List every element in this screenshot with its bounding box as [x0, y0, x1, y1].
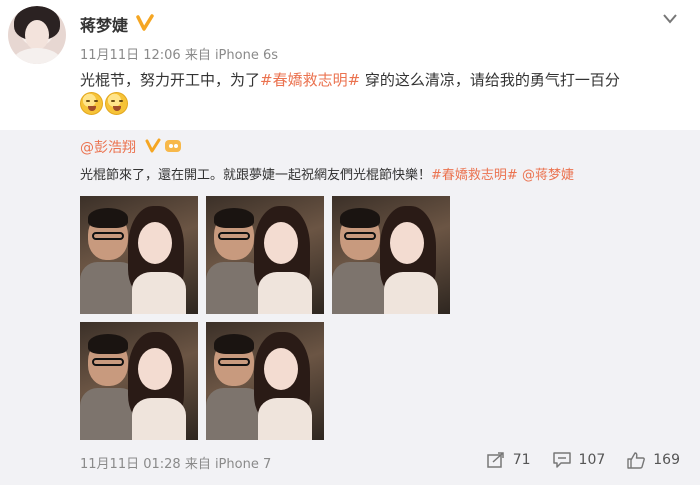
share-icon — [486, 452, 504, 468]
verified-badge-icon — [136, 14, 154, 31]
post-username[interactable]: 蒋梦婕 — [80, 12, 128, 36]
like-button[interactable]: 169 — [627, 451, 680, 469]
action-bar: 71 107 169 — [465, 450, 680, 470]
chevron-down-icon[interactable] — [662, 12, 678, 26]
member-icon — [165, 140, 181, 152]
repost-text-part: 光棍節來了，還在開工。就跟夢婕一起祝網友們光棍節快樂！ — [80, 168, 432, 183]
shocked-emoji-icon — [80, 92, 103, 115]
shocked-emoji-icon — [105, 92, 128, 115]
repost-username[interactable]: @彭浩翔 — [80, 137, 136, 157]
photo-thumbnail[interactable] — [80, 322, 198, 440]
repost-text: 光棍節來了，還在開工。就跟夢婕一起祝網友們光棍節快樂！#春嬌救志明# @蒋梦婕 — [80, 164, 574, 183]
post-text-part: 光棍节，努力开工中，为了 — [80, 71, 261, 89]
photo-thumbnail[interactable] — [332, 196, 450, 314]
photo-thumbnail[interactable] — [206, 322, 324, 440]
repost-mention[interactable]: @蒋梦婕 — [518, 168, 574, 183]
repost-card[interactable]: @彭浩翔 光棍節來了，還在開工。就跟夢婕一起祝網友們光棍節快樂！#春嬌救志明# … — [0, 130, 700, 485]
emoji-row — [80, 92, 130, 118]
photo-thumbnail[interactable] — [80, 196, 198, 314]
repost-meta: 11月11日 01:28 来自 iPhone 7 — [80, 457, 272, 472]
weibo-post: 蒋梦婕 11月11日 12:06 来自 iPhone 6s 光棍节，努力开工中，… — [0, 0, 700, 485]
like-icon — [627, 451, 646, 469]
post-hashtag[interactable]: #春嬌救志明# — [260, 71, 360, 89]
photo-thumbnail[interactable] — [206, 196, 324, 314]
like-count: 169 — [653, 452, 680, 468]
share-button[interactable]: 71 — [486, 452, 531, 468]
post-text-part: 穿的这么清凉，请给我的勇气打一百分 — [360, 71, 620, 89]
avatar[interactable] — [8, 6, 66, 64]
comment-button[interactable]: 107 — [552, 452, 606, 468]
repost-hashtag[interactable]: #春嬌救志明# — [431, 168, 518, 183]
share-count: 71 — [512, 452, 531, 468]
comment-icon — [552, 452, 571, 468]
comment-count: 107 — [578, 452, 606, 468]
photo-grid — [80, 196, 460, 441]
verified-badge-icon — [145, 138, 161, 153]
post-meta: 11月11日 12:06 来自 iPhone 6s — [80, 48, 279, 63]
post-content: 光棍节，努力开工中，为了#春嬌救志明# 穿的这么清凉，请给我的勇气打一百分 — [80, 69, 690, 90]
